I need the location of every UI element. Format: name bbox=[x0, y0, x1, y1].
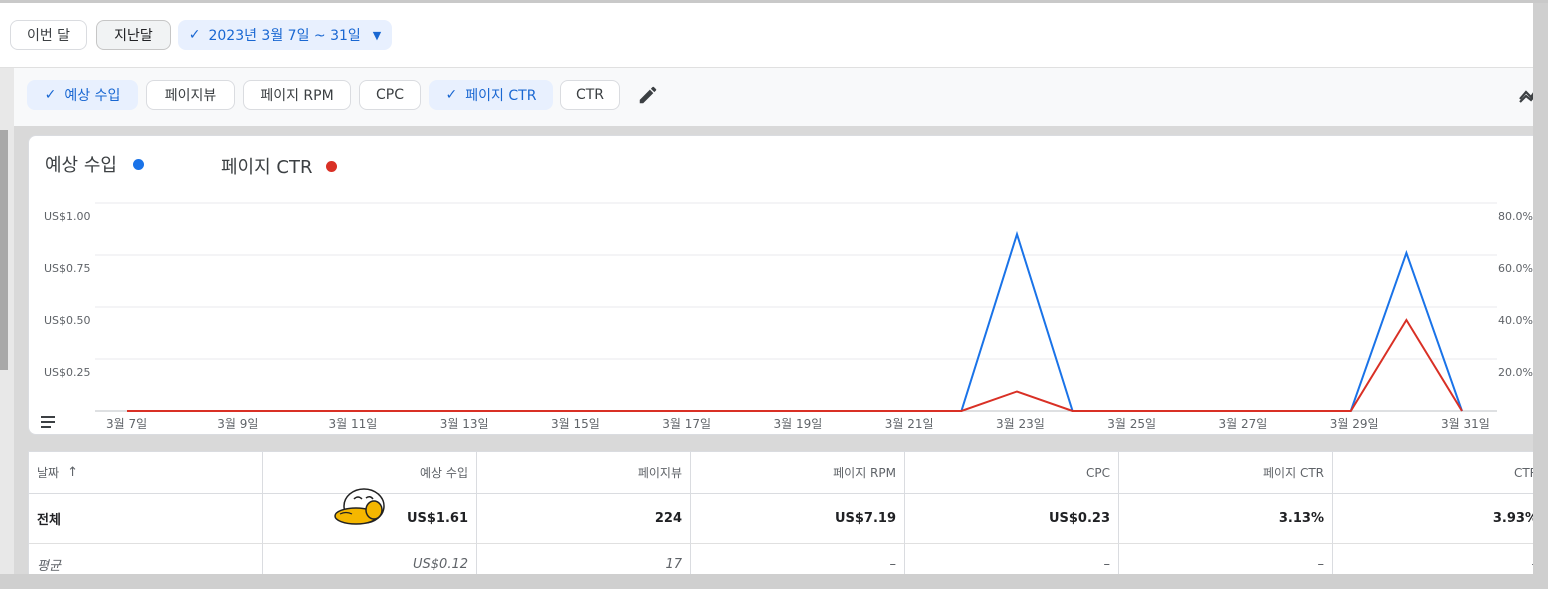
cell-text: 평균 bbox=[37, 558, 61, 574]
series-line-revenue[interactable] bbox=[127, 230, 1463, 412]
cell-text: 3.13% bbox=[1278, 511, 1324, 526]
cell-text: – bbox=[1103, 556, 1111, 572]
cell-text: US$0.23 bbox=[1048, 511, 1110, 526]
column-header-ctr[interactable]: CTR bbox=[1333, 452, 1547, 494]
column-header-date[interactable]: 날짜 ↑ bbox=[29, 452, 263, 494]
header-label: 페이지 CTR bbox=[1263, 466, 1324, 480]
total-pageviews-cell: 224 bbox=[477, 494, 691, 544]
x-tick-label: 3월 13일 bbox=[439, 417, 489, 431]
column-header-cpc[interactable]: CPC bbox=[905, 452, 1119, 494]
cell-text: – bbox=[1317, 556, 1325, 572]
x-tick-label: 3월 21일 bbox=[884, 417, 934, 431]
header-label: CPC bbox=[1086, 465, 1110, 480]
cell-text: US$0.12 bbox=[413, 556, 468, 572]
report-table: 날짜 ↑ 예상 수입 페이지뷰 페이지 RPM CPC 페이지 CTR CTR … bbox=[28, 451, 1548, 584]
header-label: 페이지뷰 bbox=[637, 466, 682, 480]
column-header-pageviews[interactable]: 페이지뷰 bbox=[477, 452, 691, 494]
total-page-ctr-cell: 3.13% bbox=[1119, 494, 1333, 544]
cell-text: 224 bbox=[654, 511, 682, 526]
arrow-up-icon: ↑ bbox=[67, 465, 78, 480]
cell-text: US$1.61 bbox=[406, 511, 468, 526]
menu-icon[interactable] bbox=[41, 416, 55, 428]
header-label: 날짜 bbox=[37, 466, 60, 480]
x-tick-label: 3월 27일 bbox=[1218, 417, 1268, 431]
x-tick-label: 3월 23일 bbox=[996, 417, 1045, 431]
header-label: 예상 수입 bbox=[420, 466, 468, 480]
x-tick-label: 3월 9일 bbox=[217, 417, 259, 431]
series-line-page-ctr[interactable] bbox=[127, 318, 1463, 412]
column-header-page-rpm[interactable]: 페이지 RPM bbox=[691, 452, 905, 494]
duck-sticker-icon bbox=[334, 488, 385, 525]
x-tick-label: 3월 31일 bbox=[1441, 417, 1490, 431]
cell-text: 3.93% bbox=[1492, 511, 1538, 526]
cell-text: – bbox=[889, 556, 897, 572]
x-tick-label: 3월 25일 bbox=[1107, 417, 1157, 431]
total-cpc-cell: US$0.23 bbox=[905, 494, 1119, 544]
x-tick-label: 3월 19일 bbox=[773, 417, 823, 431]
x-tick-label: 3월 17일 bbox=[662, 417, 712, 431]
x-tick-label: 3월 15일 bbox=[551, 417, 600, 431]
x-tick-label: 3월 29일 bbox=[1329, 417, 1379, 431]
cell-text: 전체 bbox=[37, 513, 61, 528]
total-page-rpm-cell: US$7.19 bbox=[691, 494, 905, 544]
cell-text: 17 bbox=[665, 556, 682, 572]
x-tick-label: 3월 7일 bbox=[106, 417, 148, 431]
total-label-cell: 전체 bbox=[29, 494, 263, 544]
x-tick-label: 3월 11일 bbox=[328, 417, 378, 431]
cell-text: US$7.19 bbox=[834, 511, 896, 526]
right-panel-edge bbox=[1533, 3, 1548, 589]
bottom-panel-edge bbox=[0, 574, 1548, 589]
column-header-page-ctr[interactable]: 페이지 CTR bbox=[1119, 452, 1333, 494]
total-ctr-cell: 3.93% bbox=[1333, 494, 1547, 544]
header-label: 페이지 RPM bbox=[833, 466, 896, 480]
